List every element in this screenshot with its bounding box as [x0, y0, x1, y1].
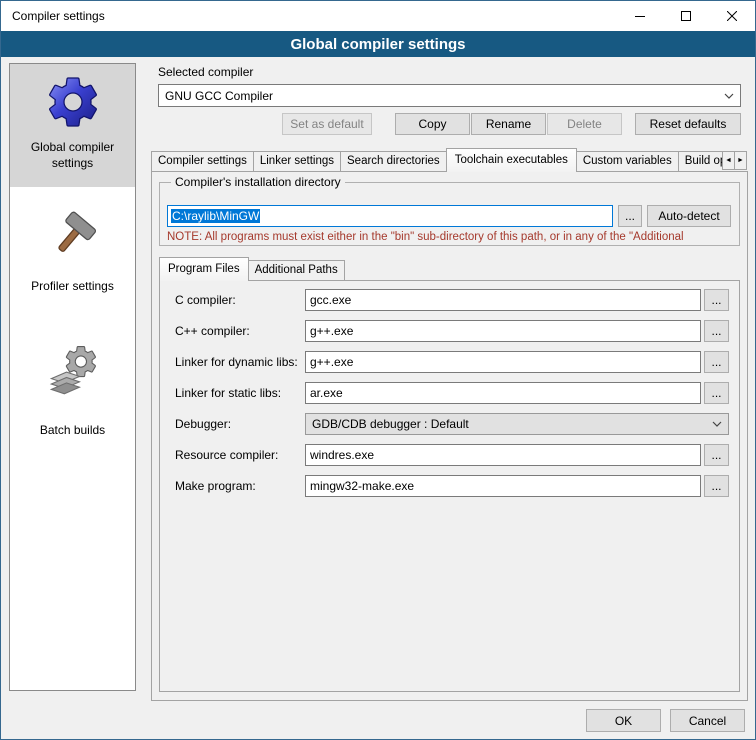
compiler-settings-window: Compiler settings Global compiler settin… [0, 0, 756, 740]
programs-note: NOTE: All programs must exist either in … [167, 231, 743, 243]
debugger-label: Debugger: [175, 417, 303, 431]
make-program-input[interactable] [305, 475, 701, 497]
debugger-dropdown[interactable]: GDB/CDB debugger : Default [305, 413, 729, 435]
tab-scroll-left-icon: ◄ [725, 157, 732, 164]
installation-directory-input[interactable]: C:\raylib\MinGW [167, 205, 613, 227]
c-compiler-label: C compiler: [175, 293, 303, 307]
tab-scroll-right-icon: ► [737, 157, 744, 164]
compiler-combobox[interactable]: GNU GCC Compiler [158, 84, 741, 107]
ok-button[interactable]: OK [586, 709, 661, 732]
close-icon [727, 11, 737, 21]
reset-defaults-button[interactable]: Reset defaults [635, 113, 741, 135]
tab-toolchain-executables[interactable]: Toolchain executables [446, 148, 577, 172]
c-compiler-input[interactable] [305, 289, 701, 311]
linker-dynamic-input[interactable] [305, 351, 701, 373]
sidebar-item-profiler-settings[interactable]: Profiler settings [10, 205, 135, 315]
program-files-tab-bar: Program Files Additional Paths [159, 257, 345, 281]
maximize-icon [681, 11, 691, 21]
rename-button[interactable]: Rename [471, 113, 546, 135]
title-bar: Compiler settings [1, 1, 755, 31]
copy-button[interactable]: Copy [395, 113, 470, 135]
settings-tab-bar: Compiler settings Linker settings Search… [151, 148, 723, 172]
settings-category-list: Global compiler settings Profiler settin… [9, 63, 136, 691]
tab-scroller: ◄ ► [723, 151, 747, 170]
cpp-compiler-input[interactable] [305, 320, 701, 342]
subtab-program-files[interactable]: Program Files [159, 257, 249, 281]
delete-button[interactable]: Delete [547, 113, 622, 135]
linker-dynamic-label: Linker for dynamic libs: [175, 355, 303, 369]
close-button[interactable] [709, 1, 755, 31]
linker-dynamic-browse-button[interactable]: ... [704, 351, 729, 373]
resource-compiler-input[interactable] [305, 444, 701, 466]
selected-compiler-label: Selected compiler [158, 65, 253, 79]
browse-directory-button[interactable]: ... [618, 205, 642, 227]
profiler-icon [47, 209, 99, 261]
blue-gear-icon [43, 72, 103, 132]
tab-custom-variables[interactable]: Custom variables [576, 151, 679, 171]
linker-static-browse-button[interactable]: ... [704, 382, 729, 404]
tab-linker-settings[interactable]: Linker settings [253, 151, 341, 171]
resource-compiler-browse-button[interactable]: ... [704, 444, 729, 466]
minimize-icon [635, 11, 645, 21]
chevron-down-icon [712, 421, 722, 427]
cpp-compiler-browse-button[interactable]: ... [704, 320, 729, 342]
make-program-browse-button[interactable]: ... [704, 475, 729, 497]
sidebar-item-label: Global compiler settings [10, 140, 135, 171]
make-program-label: Make program: [175, 479, 303, 493]
set-as-default-button[interactable]: Set as default [282, 113, 372, 135]
resource-compiler-label: Resource compiler: [175, 448, 303, 462]
auto-detect-button[interactable]: Auto-detect [647, 205, 731, 227]
window-title: Compiler settings [12, 9, 105, 23]
linker-static-label: Linker for static libs: [175, 386, 303, 400]
cancel-button[interactable]: Cancel [670, 709, 745, 732]
chevron-down-icon [724, 93, 734, 99]
cpp-compiler-label: C++ compiler: [175, 324, 303, 338]
sidebar-item-label: Batch builds [38, 423, 107, 439]
tab-scroll-right-button[interactable]: ► [734, 151, 747, 170]
dialog-header: Global compiler settings [1, 31, 755, 57]
sidebar-item-label: Profiler settings [29, 279, 116, 295]
subtab-additional-paths[interactable]: Additional Paths [248, 260, 345, 280]
minimize-button[interactable] [617, 1, 663, 31]
installation-directory-value: C:\raylib\MinGW [171, 209, 260, 223]
tab-compiler-settings[interactable]: Compiler settings [151, 151, 254, 171]
window-controls [617, 1, 755, 31]
installation-directory-legend: Compiler's installation directory [171, 175, 345, 189]
debugger-dropdown-value: GDB/CDB debugger : Default [312, 417, 712, 431]
sidebar-item-global-compiler-settings[interactable]: Global compiler settings [10, 64, 135, 187]
tab-search-directories[interactable]: Search directories [340, 151, 447, 171]
maximize-button[interactable] [663, 1, 709, 31]
sidebar-item-batch-builds[interactable]: Batch builds [10, 341, 135, 451]
linker-static-input[interactable] [305, 382, 701, 404]
batch-builds-icon [47, 345, 99, 397]
tab-build-options[interactable]: Build options [678, 151, 723, 171]
c-compiler-browse-button[interactable]: ... [704, 289, 729, 311]
compiler-combobox-value: GNU GCC Compiler [165, 89, 724, 103]
